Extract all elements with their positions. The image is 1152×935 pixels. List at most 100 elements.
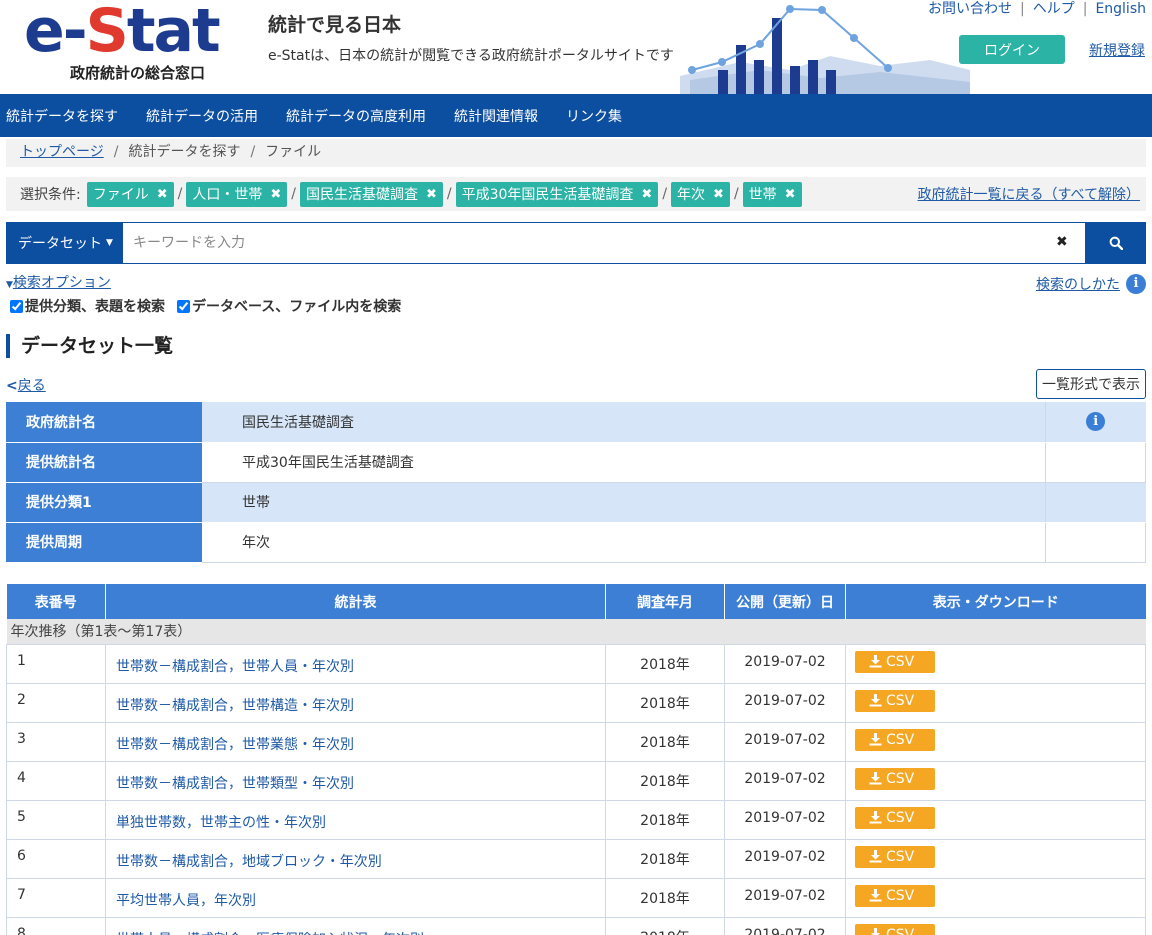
download-icon bbox=[871, 928, 880, 935]
csv-label: CSV bbox=[886, 926, 915, 935]
info-icon[interactable]: i bbox=[1126, 274, 1146, 294]
table-row: 6 世帯数－構成割合，地域ブロック・年次別 2018年 2019-07-02 CSV bbox=[6, 839, 1146, 879]
download-icon bbox=[869, 655, 882, 668]
info-value: 国民生活基礎調査 bbox=[202, 402, 1046, 443]
col-header-published[interactable]: 公開（更新）日 bbox=[724, 584, 846, 619]
filter-chip-annual[interactable]: 年次 ✖ bbox=[671, 181, 730, 207]
survey-date: 2018年 bbox=[605, 800, 725, 840]
nav-item-use-data[interactable]: 統計データの活用 bbox=[146, 106, 258, 126]
published-date: 2019-07-02 bbox=[724, 839, 846, 879]
csv-download-button[interactable]: CSV bbox=[855, 767, 935, 790]
table-title-link[interactable]: 世帯数－構成割合，世帯人員・年次別 bbox=[116, 659, 354, 675]
contact-link[interactable]: お問い合わせ bbox=[928, 1, 1012, 17]
published-date: 2019-07-02 bbox=[724, 878, 846, 918]
info-value: 平成30年国民生活基礎調査 bbox=[202, 442, 1046, 483]
clear-icon[interactable]: ✖ bbox=[1056, 234, 1068, 250]
table-title-link[interactable]: 世帯数－構成割合，地域ブロック・年次別 bbox=[116, 854, 382, 870]
remove-icon[interactable]: ✖ bbox=[641, 187, 652, 202]
group-row: 年次推移（第1表～第17表） bbox=[6, 619, 1146, 645]
nav-item-related-info[interactable]: 統計関連情報 bbox=[454, 106, 538, 126]
col-header-title[interactable]: 統計表 bbox=[105, 584, 606, 619]
table-number: 2 bbox=[6, 683, 106, 723]
csv-download-button[interactable]: CSV bbox=[855, 806, 935, 829]
col-header-number[interactable]: 表番号 bbox=[6, 584, 106, 619]
download-icon bbox=[869, 889, 882, 902]
reset-filters-link[interactable]: 政府統計一覧に戻る（すべて解除） bbox=[918, 184, 1140, 204]
search-howto[interactable]: 検索のしかた i bbox=[1036, 274, 1146, 294]
table-number: 3 bbox=[6, 722, 106, 762]
csv-label: CSV bbox=[886, 731, 915, 748]
table-title-link[interactable]: 世帯人員－構成割合，医療保険加入状況・年次別 bbox=[116, 932, 424, 935]
filter-chip-survey[interactable]: 国民生活基礎調査 ✖ bbox=[299, 181, 443, 207]
survey-date: 2018年 bbox=[605, 878, 725, 918]
register-link[interactable]: 新規登録 bbox=[1089, 40, 1145, 60]
published-date: 2019-07-02 bbox=[724, 800, 846, 840]
list-view-button[interactable]: 一覧形式で表示 bbox=[1036, 369, 1146, 399]
published-date: 2019-07-02 bbox=[724, 761, 846, 801]
checkbox-database[interactable] bbox=[177, 299, 190, 313]
filter-chip-population[interactable]: 人口・世帯 ✖ bbox=[186, 181, 288, 207]
info-row: 提供統計名 平成30年国民生活基礎調査 bbox=[6, 442, 1146, 483]
table-number: 5 bbox=[6, 800, 106, 840]
search-button[interactable] bbox=[1085, 222, 1146, 264]
filter-chip-file[interactable]: ファイル ✖ bbox=[86, 181, 174, 207]
site-description: e-Statは、日本の統計が閲覧できる政府統計ポータルサイトです bbox=[268, 48, 674, 64]
table-title-link[interactable]: 単独世帯数，世帯主の性・年次別 bbox=[116, 815, 326, 831]
info-row: 政府統計名 国民生活基礎調査 i bbox=[6, 402, 1146, 443]
remove-icon[interactable]: ✖ bbox=[157, 187, 168, 202]
search-icon bbox=[1109, 236, 1123, 250]
table-number: 7 bbox=[6, 878, 106, 918]
table-row: 4 世帯数－構成割合，世帯類型・年次別 2018年 2019-07-02 CSV bbox=[6, 761, 1146, 801]
table-row: 5 単独世帯数，世帯主の性・年次別 2018年 2019-07-02 CSV bbox=[6, 800, 1146, 840]
nav-item-links[interactable]: リンク集 bbox=[566, 106, 622, 126]
nav-item-find-data[interactable]: 統計データを探す bbox=[6, 106, 118, 126]
table-title-link[interactable]: 平均世帯人員，年次別 bbox=[116, 893, 256, 909]
download-icon bbox=[869, 694, 882, 707]
check-classification[interactable]: 提供分類、表題を検索 bbox=[10, 296, 165, 316]
csv-download-button[interactable]: CSV bbox=[855, 689, 935, 712]
csv-download-button[interactable]: CSV bbox=[855, 884, 935, 907]
survey-date: 2018年 bbox=[605, 761, 725, 801]
estat-logo[interactable]: e-Stat 政府統計の総合窓口 bbox=[24, 0, 224, 84]
csv-label: CSV bbox=[886, 692, 915, 709]
published-date: 2019-07-02 bbox=[724, 722, 846, 762]
english-link[interactable]: English bbox=[1095, 1, 1146, 17]
info-icon[interactable]: i bbox=[1086, 412, 1106, 432]
remove-icon[interactable]: ✖ bbox=[426, 187, 437, 202]
breadcrumb-current: ファイル bbox=[265, 144, 322, 160]
filter-chip-survey-year[interactable]: 平成30年国民生活基礎調査 ✖ bbox=[455, 181, 659, 207]
nav-item-advanced-use[interactable]: 統計データの高度利用 bbox=[286, 106, 426, 126]
table-row: 3 世帯数－構成割合，世帯業態・年次別 2018年 2019-07-02 CSV bbox=[6, 722, 1146, 762]
table-row: 1 世帯数－構成割合，世帯人員・年次別 2018年 2019-07-02 CSV bbox=[6, 644, 1146, 684]
search-options-toggle[interactable]: ▼検索オプション bbox=[6, 272, 111, 292]
search-type-select[interactable]: データセット ▼ bbox=[6, 222, 123, 264]
table-title-link[interactable]: 世帯数－構成割合，世帯構造・年次別 bbox=[116, 698, 354, 714]
csv-download-button[interactable]: CSV bbox=[855, 845, 935, 868]
back-link[interactable]: <戻る bbox=[6, 375, 46, 395]
site-title: 統計で見る日本 bbox=[268, 14, 402, 36]
info-row: 提供分類1 世帯 bbox=[6, 482, 1146, 523]
login-button[interactable]: ログイン bbox=[959, 35, 1065, 64]
search-input[interactable] bbox=[123, 222, 1085, 264]
check-database[interactable]: データベース、ファイル内を検索 bbox=[177, 296, 401, 316]
csv-download-button[interactable]: CSV bbox=[855, 650, 935, 673]
breadcrumb-home[interactable]: トップページ bbox=[20, 144, 104, 160]
main-nav: 統計データを探す 統計データの活用 統計データの高度利用 統計関連情報 リンク集 bbox=[0, 94, 1152, 137]
csv-download-button[interactable]: CSV bbox=[855, 728, 935, 751]
table-title-link[interactable]: 世帯数－構成割合，世帯類型・年次別 bbox=[116, 776, 354, 792]
col-header-survey-date[interactable]: 調査年月 bbox=[605, 584, 725, 619]
csv-download-button[interactable]: CSV bbox=[855, 923, 935, 935]
table-number: 1 bbox=[6, 644, 106, 684]
remove-icon[interactable]: ✖ bbox=[785, 187, 796, 202]
breadcrumb: トップページ / 統計データを探す / ファイル bbox=[6, 139, 1146, 167]
remove-icon[interactable]: ✖ bbox=[270, 187, 281, 202]
table-header-row: 表番号 統計表 調査年月 公開（更新）日 表示・ダウンロード bbox=[6, 584, 1146, 619]
filter-chip-household[interactable]: 世帯 ✖ bbox=[742, 181, 802, 207]
filter-bar: 選択条件: ファイル ✖ / 人口・世帯 ✖ / 国民生活基礎調査 ✖ / 平成30年… bbox=[6, 177, 1146, 211]
survey-date: 2018年 bbox=[605, 683, 725, 723]
logo-subtitle: 政府統計の総合窓口 bbox=[70, 64, 206, 82]
table-title-link[interactable]: 世帯数－構成割合，世帯業態・年次別 bbox=[116, 737, 354, 753]
help-link[interactable]: ヘルプ bbox=[1033, 1, 1075, 17]
remove-icon[interactable]: ✖ bbox=[713, 187, 724, 202]
checkbox-classification[interactable] bbox=[10, 299, 23, 313]
